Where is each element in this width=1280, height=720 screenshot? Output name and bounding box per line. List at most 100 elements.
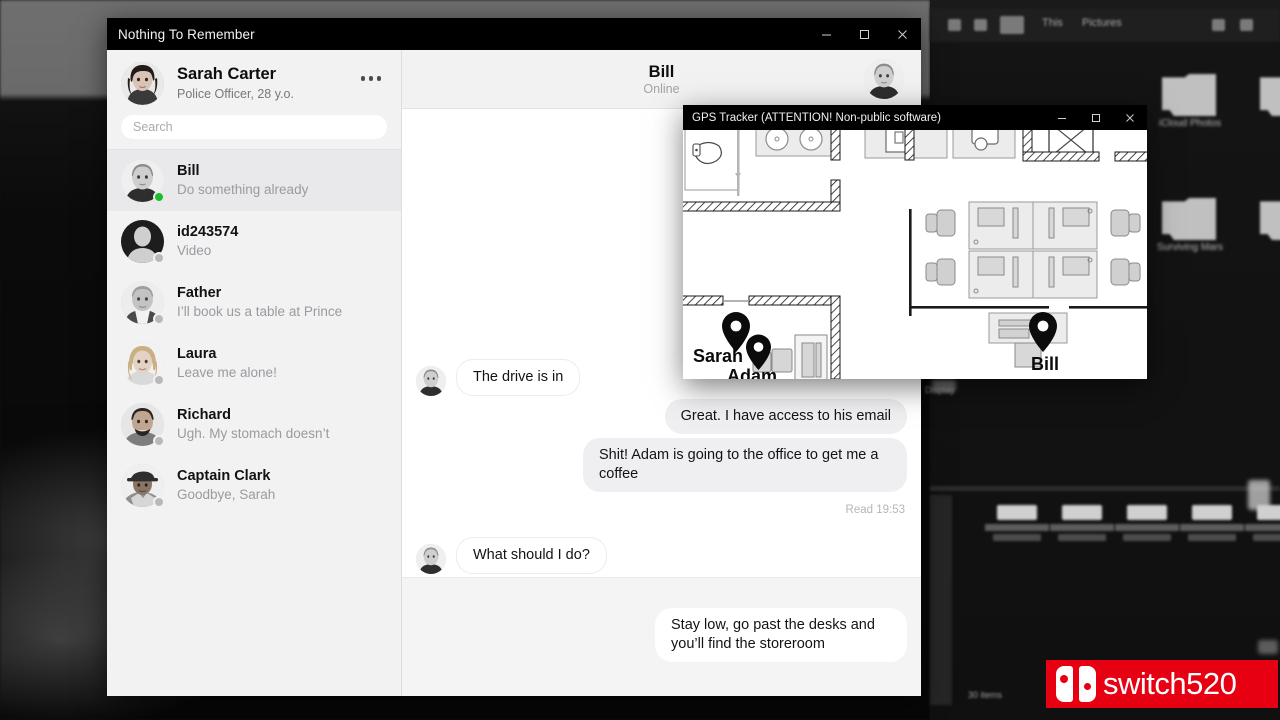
thumbnail-label-line xyxy=(993,534,1041,541)
maximize-button[interactable] xyxy=(845,18,883,50)
watermark-text: switch520 xyxy=(1103,666,1237,701)
contact-meta: Laura Leave me alone! xyxy=(177,345,387,382)
thumbnail-label-line xyxy=(1123,534,1171,541)
avatar xyxy=(121,159,165,203)
breadcrumb-this-pc: This xyxy=(1042,17,1063,29)
folder-surviving-mars: Surviving Mars xyxy=(1157,196,1223,253)
avatar xyxy=(121,281,165,325)
message-avatar xyxy=(416,544,446,574)
thumbnail-label-line xyxy=(1245,524,1280,531)
message-outgoing: Great. I have access to his email xyxy=(664,399,907,434)
marker-label-sarah: Sarah xyxy=(693,346,743,366)
contact-meta: Richard Ugh. My stomach doesn’t xyxy=(177,406,387,443)
thumbnail-label-line xyxy=(1115,524,1179,531)
file-thumbnail xyxy=(1180,505,1244,565)
file-thumbnail xyxy=(1245,505,1280,565)
explorer-misc-icon xyxy=(1248,480,1270,510)
explorer-toolbar: This Pictures xyxy=(930,8,1280,42)
file-thumbnail xyxy=(1115,505,1179,565)
current-user-meta: Sarah Carter Police Officer, 28 y.o. xyxy=(177,65,355,102)
contact-item-captain-clark[interactable]: Captain Clark Goodbye, Sarah xyxy=(107,455,401,516)
thumbnail-image xyxy=(1062,505,1102,520)
file-thumbnail xyxy=(1050,505,1114,565)
gps-titlebar: GPS Tracker (ATTENTION! Non-public softw… xyxy=(683,105,1147,130)
avatar xyxy=(121,464,165,508)
avatar xyxy=(121,342,165,386)
status-badge-offline xyxy=(153,252,165,264)
messenger-titlebar: Nothing To Remember xyxy=(107,18,921,50)
message-draft[interactable]: Stay low, go past the desks and you’ll f… xyxy=(655,608,907,662)
explorer-side-panel xyxy=(930,495,952,705)
status-badge-offline xyxy=(153,435,165,447)
contact-meta: id243574 Video xyxy=(177,223,387,260)
thumbnail-label-line xyxy=(985,524,1049,531)
window-controls xyxy=(807,18,921,50)
composer[interactable]: Stay low, go past the desks and you’ll f… xyxy=(402,577,921,696)
chat-header: Bill Online xyxy=(402,50,921,109)
nintendo-switch-icon xyxy=(1056,666,1096,702)
gps-floorplan-map[interactable]: Sarah Adam Bill xyxy=(683,130,1147,379)
thumbnail-label-line xyxy=(1050,524,1114,531)
status-badge-offline xyxy=(153,313,165,325)
gps-maximize-button[interactable] xyxy=(1079,105,1113,130)
gps-window-title: GPS Tracker (ATTENTION! Non-public softw… xyxy=(692,111,942,124)
folder-icon xyxy=(1260,198,1280,240)
marker-label-bill: Bill xyxy=(1031,354,1059,374)
sidebar: Sarah Carter Police Officer, 28 y.o. Sea… xyxy=(107,50,402,696)
folder-icon xyxy=(1162,198,1216,240)
message-incoming: What should I do? xyxy=(416,537,607,574)
details-icon xyxy=(1240,19,1253,31)
contact-preview: I’ll book us a table at Prince xyxy=(177,304,343,319)
thumbnail-image xyxy=(997,505,1037,520)
thumbnail-label-line xyxy=(1188,534,1236,541)
contact-item-bill[interactable]: Bill Do something already xyxy=(107,150,401,211)
contact-meta: Father I’ll book us a table at Prince xyxy=(177,284,387,321)
explorer-misc-text: Display xyxy=(925,385,955,395)
back-icon xyxy=(948,19,961,31)
contact-item-father[interactable]: Father I’ll book us a table at Prince xyxy=(107,272,401,333)
contact-preview: Leave me alone! xyxy=(177,365,277,380)
thumbnail-image xyxy=(1192,505,1232,520)
avatar[interactable] xyxy=(121,62,164,105)
contact-preview: Do something already xyxy=(177,182,309,197)
status-badge-offline xyxy=(153,374,165,386)
search-input[interactable] xyxy=(121,115,387,139)
gps-close-button[interactable] xyxy=(1113,105,1147,130)
status-badge-online xyxy=(153,191,165,203)
folder-label: iCloud Photos xyxy=(1158,118,1222,129)
contact-name: Captain Clark xyxy=(177,468,271,484)
breadcrumb-pictures: Pictures xyxy=(1082,17,1122,29)
message-bubble: What should I do? xyxy=(456,537,607,574)
contact-item-laura[interactable]: Laura Leave me alone! xyxy=(107,333,401,394)
chat-contact-avatar[interactable] xyxy=(864,59,904,99)
current-user-name: Sarah Carter xyxy=(177,65,277,83)
file-thumbnail xyxy=(985,505,1049,565)
gps-minimize-button[interactable] xyxy=(1045,105,1079,130)
minimize-button[interactable] xyxy=(807,18,845,50)
folder-partial-right-b xyxy=(1256,196,1280,246)
folder-icon xyxy=(1000,16,1024,34)
close-button[interactable] xyxy=(883,18,921,50)
status-badge-offline xyxy=(153,496,165,508)
message-bubble: The drive is in xyxy=(456,359,581,396)
chat-contact-status: Online xyxy=(643,81,680,96)
contact-preview: Goodbye, Sarah xyxy=(177,487,276,502)
explorer-misc-icon xyxy=(1258,640,1278,654)
contact-item-richard[interactable]: Richard Ugh. My stomach doesn’t xyxy=(107,394,401,455)
view-icon xyxy=(1212,19,1225,31)
read-receipt: Read 19:53 xyxy=(845,504,905,516)
contact-item-id243574[interactable]: id243574 Video xyxy=(107,211,401,272)
more-options-icon[interactable] xyxy=(355,76,388,81)
current-user-profile: Sarah Carter Police Officer, 28 y.o. xyxy=(107,50,401,113)
avatar xyxy=(121,403,165,447)
contact-preview: Ugh. My stomach doesn’t xyxy=(177,426,330,441)
explorer-misc-text: 30 items xyxy=(968,690,1003,700)
folder-partial-right-a xyxy=(1256,72,1280,122)
message-incoming: The drive is in xyxy=(416,359,581,396)
chat-header-title: Bill Online xyxy=(643,62,679,97)
thumbnail-label-line xyxy=(1058,534,1106,541)
watermark: switch520 xyxy=(1046,660,1278,708)
message-bubble: Stay low, go past the desks and you’ll f… xyxy=(655,608,907,662)
message-bubble: Great. I have access to his email xyxy=(664,399,907,434)
folder-icloud-photos: iCloud Photos xyxy=(1158,72,1221,129)
